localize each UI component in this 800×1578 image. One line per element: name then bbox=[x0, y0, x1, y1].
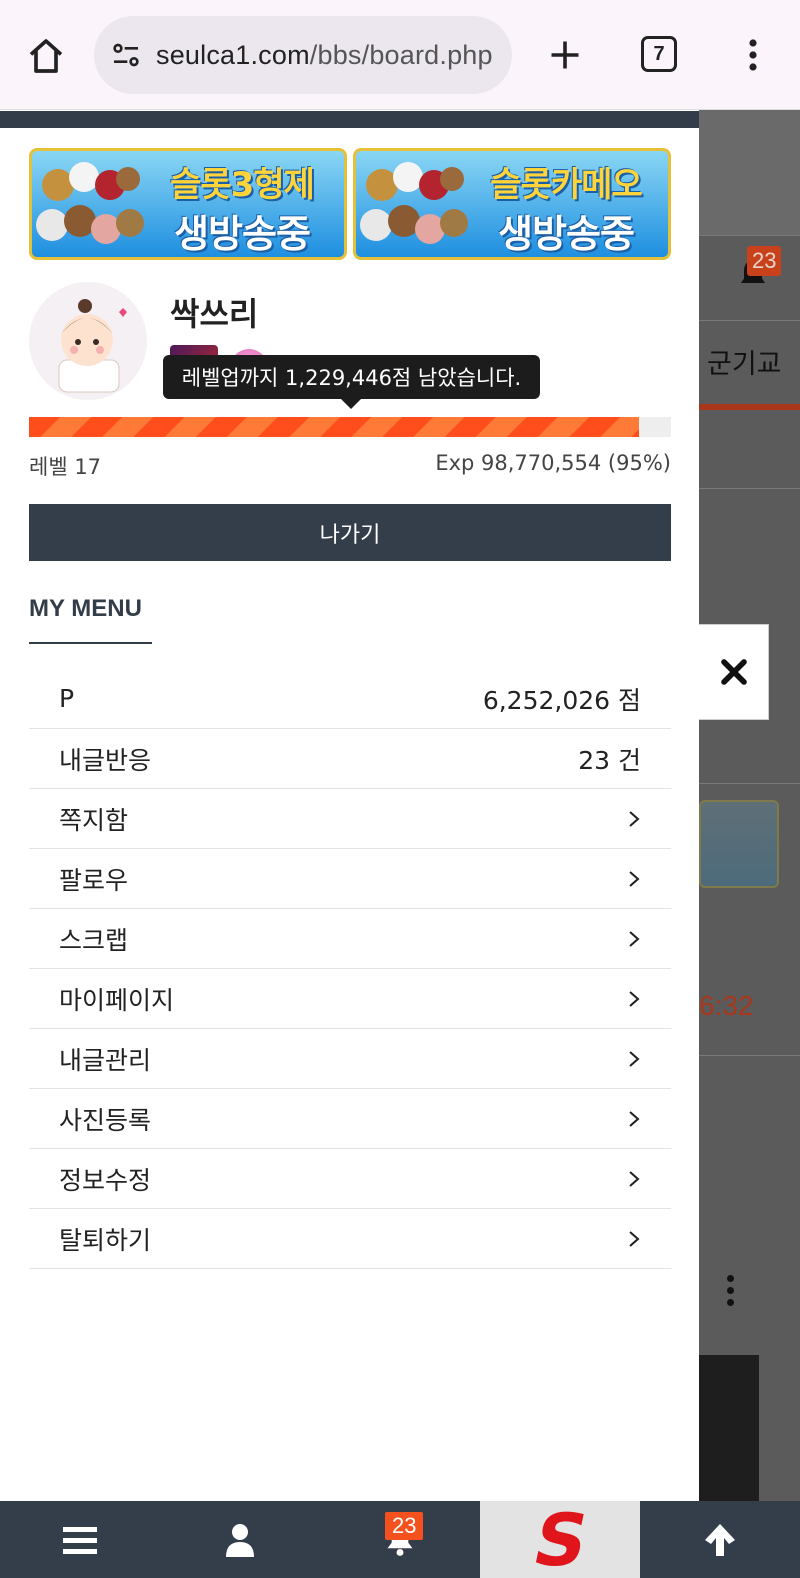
menu-item-reactions[interactable]: 내글반응 23 건 bbox=[29, 729, 671, 789]
menu-item-label: 스크랩 bbox=[59, 925, 129, 955]
level-label: 레벨 17 bbox=[29, 455, 102, 479]
background-header bbox=[699, 110, 800, 235]
divider bbox=[699, 320, 800, 321]
side-drawer: 슬롯3형제 생방송중 슬롯카메오 생방송중 싹쓰리 레벨업까지 1,229,44… bbox=[0, 111, 699, 1501]
tooltip-arrow bbox=[341, 399, 361, 409]
menu-item-label: 정보수정 bbox=[59, 1165, 152, 1195]
nickname: 싹쓰리 bbox=[170, 295, 259, 333]
drawer-top-bar bbox=[0, 111, 699, 128]
new-tab-icon[interactable] bbox=[540, 30, 590, 80]
avatar[interactable] bbox=[29, 282, 147, 400]
exp-progress-fill bbox=[29, 417, 639, 437]
menu-item-withdraw[interactable]: 탈퇴하기 bbox=[29, 1209, 671, 1269]
more-icon bbox=[727, 1275, 735, 1311]
menu-item-mypage[interactable]: 마이페이지 bbox=[29, 969, 671, 1029]
menu-item-value: 23 건 bbox=[578, 745, 641, 775]
menu-item-my-posts[interactable]: 내글관리 bbox=[29, 1029, 671, 1089]
menu-item-value: 6,252,026 점 bbox=[482, 685, 641, 715]
menu-item-label: 마이페이지 bbox=[59, 985, 175, 1015]
level-up-tooltip: 레벨업까지 1,229,446점 남았습니다. bbox=[163, 355, 540, 399]
url-domain: seulca1.com bbox=[156, 39, 310, 70]
chevron-right-icon bbox=[629, 990, 640, 1007]
menu-item-edit-profile[interactable]: 정보수정 bbox=[29, 1149, 671, 1209]
profile-button[interactable] bbox=[160, 1501, 320, 1578]
menu-item-label: 쪽지함 bbox=[59, 805, 129, 835]
divider bbox=[699, 235, 800, 236]
menu-item-label: 사진등록 bbox=[59, 1105, 152, 1135]
menu-item-scrap[interactable]: 스크랩 bbox=[29, 909, 671, 969]
url-text: seulca1.com/bbs/board.php bbox=[156, 40, 493, 71]
menu-item-points[interactable]: P 6,252,026 점 bbox=[29, 669, 671, 729]
banner-slot-live-1[interactable]: 슬롯3형제 생방송중 bbox=[29, 148, 347, 260]
menu-item-label: 팔로우 bbox=[59, 865, 129, 895]
chevron-right-icon bbox=[629, 870, 640, 887]
menu-item-photo[interactable]: 사진등록 bbox=[29, 1089, 671, 1149]
banner-subtitle: 생방송중 bbox=[174, 212, 311, 256]
notification-badge: 23 bbox=[385, 1512, 424, 1540]
my-menu-underline bbox=[29, 642, 152, 644]
user-icon bbox=[226, 1523, 254, 1557]
banner-characters-image bbox=[36, 162, 144, 244]
home-icon[interactable] bbox=[22, 32, 70, 80]
banner-slot-live-2[interactable]: 슬롯카메오 생방송중 bbox=[353, 148, 671, 260]
url-path: /bbs/board.php bbox=[309, 39, 493, 70]
close-icon bbox=[720, 659, 747, 685]
hamburger-icon bbox=[63, 1526, 97, 1554]
notification-badge: 23 bbox=[747, 246, 782, 276]
background-image bbox=[699, 1355, 759, 1501]
exp-label: Exp 98,770,554 (95%) bbox=[435, 451, 671, 475]
banner-subtitle: 생방송중 bbox=[498, 212, 635, 256]
banner-title: 슬롯3형제 bbox=[170, 165, 315, 205]
divider bbox=[699, 1055, 800, 1056]
logo-icon: S bbox=[529, 1507, 591, 1573]
chevron-right-icon bbox=[629, 810, 640, 827]
scroll-top-button[interactable] bbox=[640, 1501, 800, 1578]
tab-switcher-button[interactable]: 7 bbox=[641, 36, 677, 72]
close-drawer-button[interactable] bbox=[699, 624, 769, 720]
background-time: 6:32 bbox=[699, 990, 754, 1021]
background-menu-text: 군기교 bbox=[707, 349, 782, 380]
chevron-right-icon bbox=[629, 1170, 640, 1187]
menu-item-messages[interactable]: 쪽지함 bbox=[29, 789, 671, 849]
divider bbox=[699, 783, 800, 784]
menu-item-label: 내글반응 bbox=[59, 745, 152, 775]
site-logo-button[interactable]: S bbox=[480, 1501, 640, 1578]
chevron-right-icon bbox=[629, 930, 640, 947]
chevron-right-icon bbox=[629, 1050, 640, 1067]
banner-characters-image bbox=[360, 162, 468, 244]
background-banner bbox=[699, 800, 779, 888]
chevron-right-icon bbox=[629, 1110, 640, 1127]
chevron-right-icon bbox=[629, 1230, 640, 1247]
logo-letter: S bbox=[529, 1507, 591, 1573]
background-page: 23 군기교 6:32 bbox=[699, 110, 800, 1501]
browser-toolbar: seulca1.com/bbs/board.php 7 bbox=[0, 0, 800, 110]
menu-item-follow[interactable]: 팔로우 bbox=[29, 849, 671, 909]
site-settings-icon[interactable] bbox=[108, 37, 144, 73]
my-menu-list: P 6,252,026 점 내글반응 23 건 쪽지함 팔로우 스크랩 마이페이… bbox=[29, 669, 671, 1269]
menu-item-label: 탈퇴하기 bbox=[59, 1225, 152, 1255]
background-accent-bar bbox=[699, 404, 800, 410]
menu-button[interactable] bbox=[0, 1501, 160, 1578]
banner-title: 슬롯카메오 bbox=[490, 165, 642, 205]
divider bbox=[699, 488, 800, 489]
exp-progress-bar bbox=[29, 417, 671, 437]
address-bar[interactable]: seulca1.com/bbs/board.php bbox=[94, 16, 512, 94]
menu-item-label: P bbox=[59, 684, 75, 713]
menu-item-label: 내글관리 bbox=[59, 1045, 152, 1075]
arrow-up-icon bbox=[705, 1523, 735, 1556]
kebab-menu-icon[interactable] bbox=[735, 30, 771, 80]
my-menu-title: MY MENU bbox=[29, 595, 142, 622]
logout-button[interactable]: 나가기 bbox=[29, 504, 671, 561]
